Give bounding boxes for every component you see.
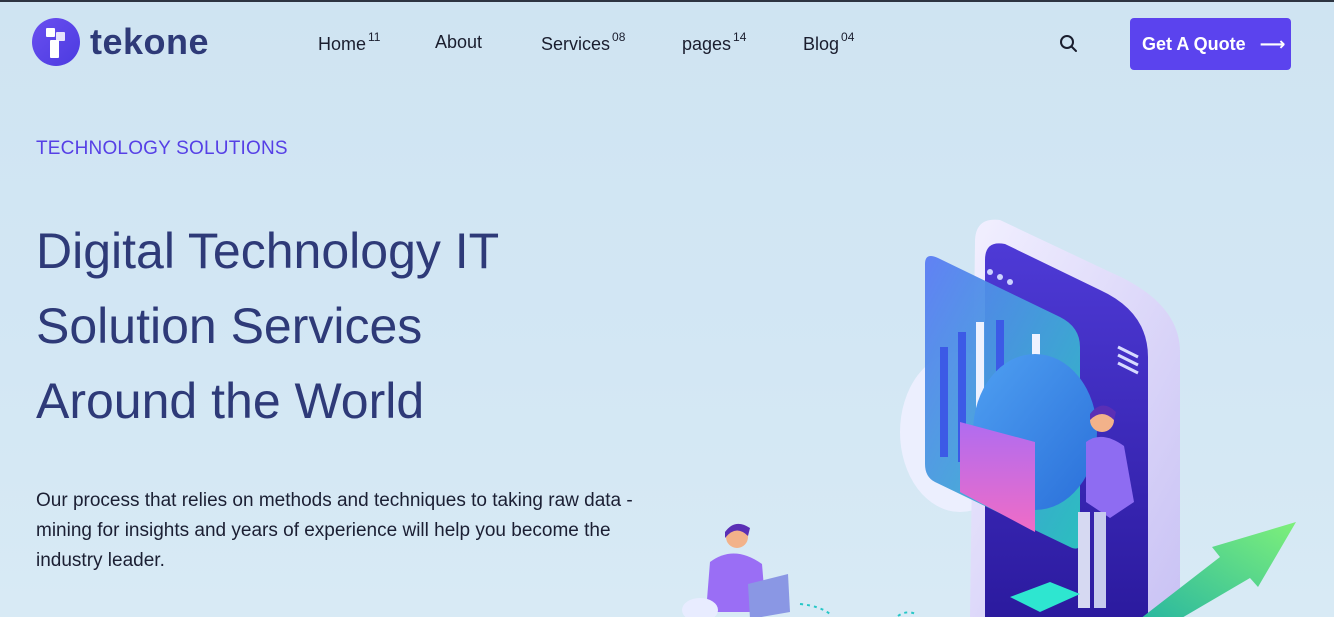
nav-label: Home [318, 34, 367, 54]
nav-item-services[interactable]: Services 08 [541, 30, 626, 55]
nav-item-home[interactable]: Home 11 [318, 30, 381, 55]
nav-item-about[interactable]: About [435, 32, 482, 53]
hero-description: Our process that relies on methods and t… [36, 490, 633, 571]
nav-label: Services [541, 34, 611, 54]
dotted-line [799, 603, 831, 615]
get-a-quote-label: Get A Quote [1142, 33, 1246, 54]
nav-badge: 14 [733, 30, 747, 44]
nav-item-pages[interactable]: pages 14 [682, 30, 747, 55]
site-header: tekone Home 11 About Services 08 pages 14 B… [0, 2, 1334, 86]
hero-title-line: Around the World [36, 373, 425, 429]
nav-badge: 08 [612, 30, 626, 44]
hero-title: Digital Technology IT Solution Services … [36, 214, 676, 439]
hero-title-line: Solution Services [36, 298, 423, 354]
arrow-right-icon: ⟶ [1259, 33, 1286, 54]
search-icon[interactable] [1058, 33, 1080, 55]
nav-label: About [435, 32, 483, 52]
logo[interactable]: tekone [32, 18, 209, 66]
nav-badge: 04 [841, 30, 855, 44]
logo-text: tekone [90, 21, 210, 62]
get-a-quote-button[interactable]: Get A Quote ⟶ [1130, 18, 1291, 70]
nav-label: Blog [803, 34, 840, 54]
logo-mark-icon [32, 18, 80, 66]
nav-label: pages [682, 34, 732, 54]
hero-title-line: Digital Technology IT [36, 223, 500, 279]
dotted-line [897, 611, 917, 617]
nav-item-blog[interactable]: Blog 04 [803, 30, 855, 55]
man-laptop-figure [682, 523, 790, 617]
nav-badge: 11 [368, 30, 381, 44]
hero-eyebrow: TECHNOLOGY SOLUTIONS [36, 138, 288, 159]
hero-illustration [640, 202, 1334, 617]
